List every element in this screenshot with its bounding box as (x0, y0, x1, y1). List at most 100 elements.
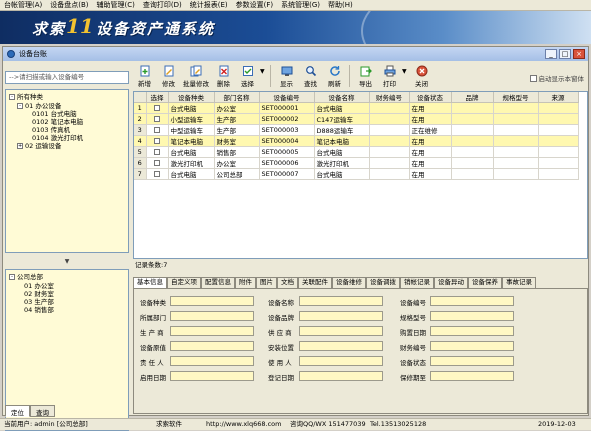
collapse-icon[interactable]: - (17, 103, 23, 109)
show-button[interactable]: 显示 (275, 63, 298, 88)
col-header-type[interactable]: 设备种类 (168, 92, 215, 103)
user-field[interactable] (299, 356, 383, 366)
tree-node-office-equipment[interactable]: -01 办公设备 (17, 102, 61, 110)
tab-attachment[interactable]: 附件 (235, 277, 256, 288)
tab-writeoff[interactable]: 销帐记录 (400, 277, 434, 288)
model-field[interactable] (430, 311, 514, 321)
department-field[interactable] (170, 311, 254, 321)
table-row[interactable]: 7 台式电脑 公司总部 SET000007 台式电脑 在用 (134, 168, 579, 180)
tree-node-office[interactable]: 01 办公室 (24, 282, 54, 290)
batch-edit-button[interactable]: 批量修改 (181, 63, 211, 88)
table-row[interactable]: 2 小型运输车 生产部 SET000002 C147运输车 在用 (134, 113, 579, 125)
panel-splitter[interactable]: ▼ (5, 256, 129, 266)
minimize-button[interactable]: _ (545, 49, 557, 59)
row-checkbox[interactable] (154, 127, 160, 133)
collapse-icon[interactable]: - (9, 94, 15, 100)
table-row[interactable]: 3 中型运输车 生产部 SET000003 D888运输车 正在维修 (134, 124, 579, 136)
website-link[interactable]: http://www.xlq668.com (206, 419, 281, 430)
add-button[interactable]: 新增 (133, 63, 156, 88)
responsible-person-field[interactable] (170, 356, 254, 366)
tab-basic-info[interactable]: 基本信息 (133, 277, 167, 288)
col-header-brand[interactable]: 品牌 (451, 92, 494, 103)
table-row[interactable]: 5 台式电脑 销售部 SET000005 台式电脑 在用 (134, 146, 579, 158)
menu-query-print[interactable]: 查询打印(D) (139, 0, 186, 11)
collapse-icon[interactable]: - (9, 274, 15, 280)
table-row[interactable]: 1 台式电脑 办公室 SET000001 台式电脑 在用 (134, 102, 579, 114)
col-header-dept[interactable]: 部门名称 (214, 92, 260, 103)
table-row[interactable]: 4 笔记本电脑 财务室 SET000004 笔记本电脑 在用 (134, 135, 579, 147)
col-header-source[interactable]: 来源 (538, 92, 579, 103)
col-header-status[interactable]: 设备状态 (409, 92, 452, 103)
menu-help[interactable]: 帮助(H) (324, 0, 357, 11)
register-date-field[interactable] (299, 371, 383, 381)
menu-system[interactable]: 系统管理(G) (277, 0, 324, 11)
row-checkbox[interactable] (154, 105, 160, 111)
supplier-field[interactable] (299, 326, 383, 336)
row-checkbox[interactable] (154, 116, 160, 122)
tab-maintenance[interactable]: 设备保养 (468, 277, 502, 288)
edit-button[interactable]: 修改 (157, 63, 180, 88)
col-header-name[interactable]: 设备名称 (314, 92, 370, 103)
tree-node-sales[interactable]: 04 销售部 (24, 306, 54, 314)
purchase-date-field[interactable] (430, 326, 514, 336)
tree-node-fax[interactable]: 0103 传真机 (32, 126, 70, 134)
tab-query[interactable]: 查询 (30, 405, 55, 417)
device-code-field[interactable] (430, 296, 514, 306)
tree-node-transport[interactable]: +02 运输设备 (17, 142, 61, 150)
close-button[interactable]: 关闭 (410, 63, 433, 88)
col-header-select[interactable]: 选择 (146, 92, 169, 103)
refresh-button[interactable]: 刷新 (323, 63, 346, 88)
menu-aux[interactable]: 辅助管理(C) (93, 0, 139, 11)
select-button[interactable]: 选择 (236, 63, 259, 88)
menu-inventory[interactable]: 设备盘点(B) (46, 0, 92, 11)
tree-node-headquarters[interactable]: - 公司总部 (9, 273, 43, 281)
row-checkbox[interactable] (154, 149, 160, 155)
location-field[interactable] (299, 341, 383, 351)
export-button[interactable]: 导出 (354, 63, 377, 88)
tree-node-laser-printer[interactable]: 0104 激光打印机 (32, 134, 83, 142)
device-name-field[interactable] (299, 296, 383, 306)
manufacturer-field[interactable] (170, 326, 254, 336)
tab-change[interactable]: 设备异动 (434, 277, 468, 288)
print-dropdown-icon[interactable]: ▼ (402, 68, 410, 75)
select-dropdown-icon[interactable]: ▼ (260, 68, 268, 75)
table-row[interactable]: 6 激光打印机 办公室 SET000006 激光打印机 在用 (134, 157, 579, 169)
tree-node-production[interactable]: 03 生产部 (24, 298, 54, 306)
device-table[interactable]: 选择 设备种类 部门名称 设备编号 设备名称 财务编号 设备状态 品牌 规格型号… (133, 91, 588, 259)
tab-transfer[interactable]: 设备调拨 (366, 277, 400, 288)
tree-node-desktop[interactable]: 0101 台式电脑 (32, 110, 77, 118)
maximize-button[interactable]: □ (559, 49, 571, 59)
finance-code-field[interactable] (430, 341, 514, 351)
checkbox-icon[interactable] (529, 74, 537, 82)
auto-show-checkbox[interactable]: 启动显示本窗体 (529, 73, 584, 83)
start-date-field[interactable] (170, 371, 254, 381)
tab-image[interactable]: 图片 (256, 277, 277, 288)
tab-related-parts[interactable]: 关联配件 (298, 277, 332, 288)
tab-config[interactable]: 配置信息 (201, 277, 235, 288)
warranty-date-field[interactable] (430, 371, 514, 381)
delete-button[interactable]: 删除 (212, 63, 235, 88)
brand-field[interactable] (299, 311, 383, 321)
original-value-field[interactable] (170, 341, 254, 351)
category-tree[interactable]: - 所有种类 -01 办公设备 0101 台式电脑 0102 笔记本电脑 0103… (5, 89, 129, 253)
close-window-button[interactable]: × (573, 49, 585, 59)
device-code-search-input[interactable]: -->请扫描或输入设备编号 (5, 71, 129, 84)
col-header-fin-code[interactable]: 财务编号 (369, 92, 410, 103)
tab-custom[interactable]: 自定义项 (167, 277, 201, 288)
row-checkbox[interactable] (154, 160, 160, 166)
tab-incident[interactable]: 事故记录 (502, 277, 536, 288)
col-header-model[interactable]: 规格型号 (493, 92, 539, 103)
tree-node-laptop[interactable]: 0102 笔记本电脑 (32, 118, 83, 126)
tab-document[interactable]: 文档 (277, 277, 298, 288)
find-button[interactable]: 查找 (299, 63, 322, 88)
menu-ledger[interactable]: 台帐管理(A) (0, 0, 46, 11)
expand-icon[interactable]: + (17, 143, 23, 149)
tab-repair[interactable]: 设备维修 (332, 277, 366, 288)
tree-node-all-categories[interactable]: - 所有种类 (9, 93, 43, 101)
print-button[interactable]: 打印 (378, 63, 401, 88)
tree-node-finance[interactable]: 02 财务室 (24, 290, 54, 298)
menu-settings[interactable]: 参数设置(F) (232, 0, 278, 11)
menu-reports[interactable]: 统计报表(E) (186, 0, 232, 11)
row-checkbox[interactable] (154, 171, 160, 177)
col-header-code[interactable]: 设备编号 (259, 92, 315, 103)
